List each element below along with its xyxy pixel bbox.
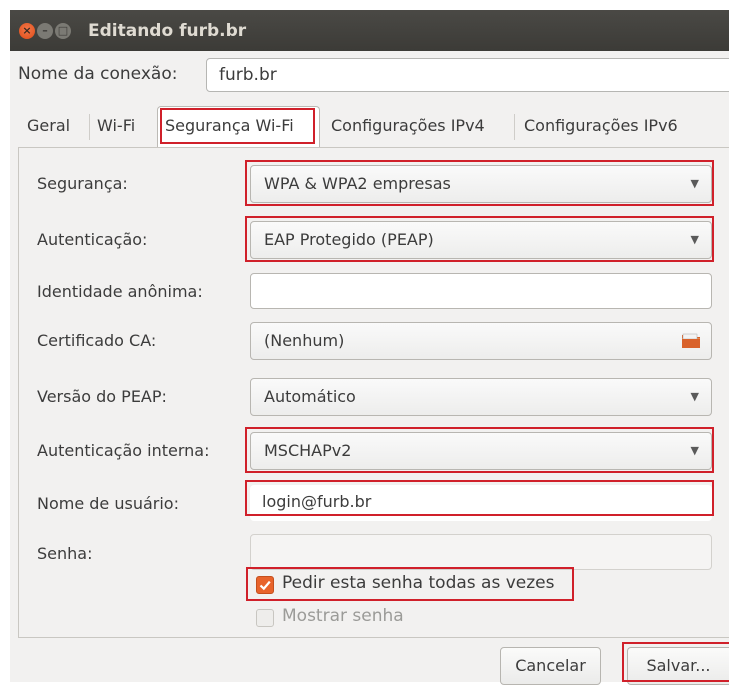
show-password-checkbox[interactable] bbox=[256, 609, 274, 627]
tab-ipv6[interactable]: Configurações IPv6 bbox=[517, 107, 685, 147]
highlight-ask-password bbox=[246, 567, 574, 601]
password-input[interactable] bbox=[250, 534, 712, 570]
dialog-window: × – □ Editando furb.br Nome da conexão: … bbox=[10, 10, 729, 685]
ca-cert-value: (Nenhum) bbox=[264, 331, 345, 350]
peap-version-value: Automático bbox=[264, 387, 356, 406]
ca-cert-chooser[interactable]: (Nenhum) bbox=[250, 322, 712, 360]
highlight-security bbox=[245, 160, 714, 206]
highlight-inner-auth bbox=[245, 427, 714, 473]
close-icon: × bbox=[22, 24, 32, 37]
highlight-tab bbox=[160, 108, 315, 144]
highlight-username bbox=[245, 480, 714, 516]
highlight-save bbox=[622, 642, 729, 682]
auth-label: Autenticação: bbox=[37, 230, 148, 249]
anon-identity-label: Identidade anônima: bbox=[37, 282, 203, 301]
security-label: Segurança: bbox=[37, 174, 128, 193]
peap-version-label: Versão do PEAP: bbox=[37, 387, 167, 406]
tab-geral[interactable]: Geral bbox=[20, 107, 77, 147]
tab-ipv4[interactable]: Configurações IPv4 bbox=[324, 107, 492, 147]
highlight-auth bbox=[245, 216, 714, 262]
peap-version-combo[interactable]: Automático ▼ bbox=[250, 378, 712, 416]
inner-auth-label: Autenticação interna: bbox=[37, 441, 210, 460]
close-window-button[interactable]: × bbox=[19, 23, 35, 39]
show-password-label[interactable]: Mostrar senha bbox=[282, 606, 404, 626]
maximize-window-button[interactable]: □ bbox=[55, 23, 71, 39]
connection-name-input[interactable]: furb.br bbox=[206, 58, 729, 92]
maximize-icon: □ bbox=[57, 24, 69, 37]
minimize-icon: – bbox=[42, 24, 48, 37]
connection-name-label: Nome da conexão: bbox=[18, 64, 178, 84]
password-label: Senha: bbox=[37, 544, 93, 563]
ca-cert-label: Certificado CA: bbox=[37, 331, 157, 350]
title-bar: × – □ Editando furb.br bbox=[10, 10, 729, 51]
window-title: Editando furb.br bbox=[88, 21, 247, 41]
anon-identity-input[interactable] bbox=[250, 273, 712, 309]
tab-wifi[interactable]: Wi-Fi bbox=[90, 107, 142, 147]
folder-icon bbox=[682, 333, 700, 348]
chevron-down-icon: ▼ bbox=[690, 390, 699, 403]
minimize-window-button[interactable]: – bbox=[37, 23, 53, 39]
cancel-button[interactable]: Cancelar bbox=[500, 647, 601, 685]
username-label: Nome de usuário: bbox=[37, 494, 179, 513]
tab-separator bbox=[514, 114, 515, 140]
